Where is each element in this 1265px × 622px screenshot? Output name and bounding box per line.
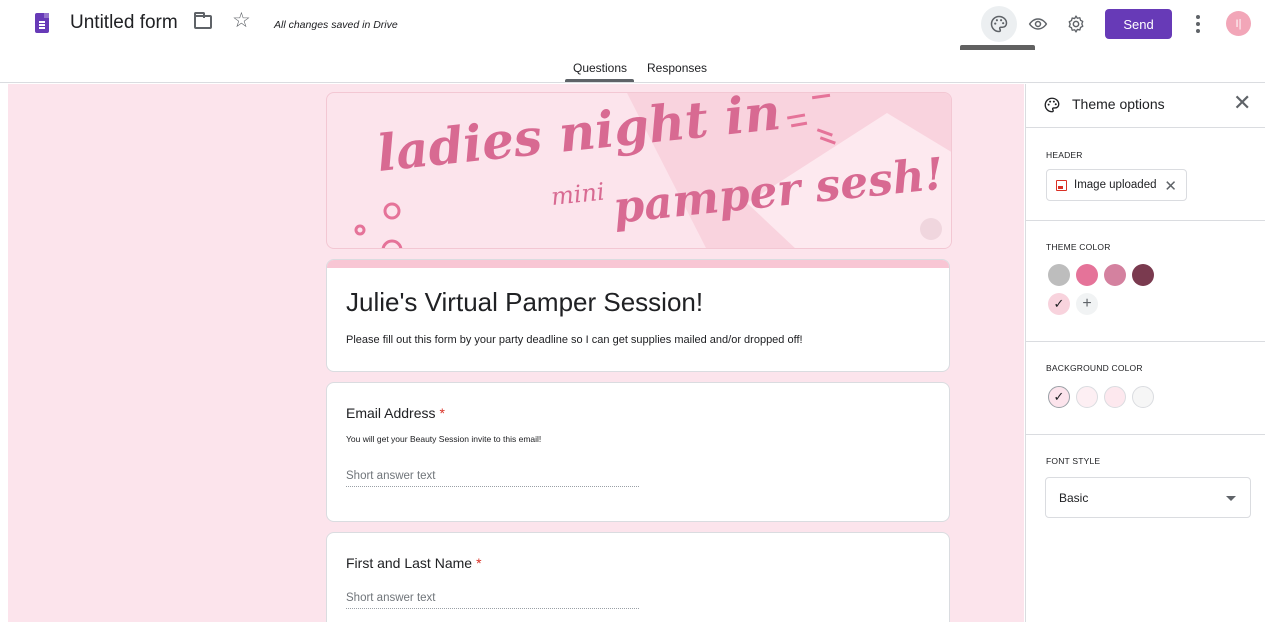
- avatar[interactable]: I|: [1226, 11, 1251, 36]
- required-asterisk: *: [476, 555, 482, 571]
- top-bar: Untitled form ☆ All changes saved in Dri…: [0, 0, 1265, 50]
- tab-bar: Questions Responses: [0, 50, 1265, 83]
- header-image-label: Image uploaded: [1074, 179, 1157, 191]
- panel-header: Theme options ✕: [1026, 84, 1265, 128]
- section-label: THEME COLOR: [1046, 242, 1111, 252]
- more-vert-icon[interactable]: [1188, 10, 1208, 38]
- section-label: FONT STYLE: [1046, 456, 1101, 466]
- send-button[interactable]: Send: [1105, 9, 1172, 39]
- palette-icon: [990, 15, 1008, 33]
- check-icon: ✓: [1053, 296, 1065, 311]
- forms-logo-icon[interactable]: [35, 13, 49, 33]
- plus-icon[interactable]: +: [1076, 293, 1098, 315]
- header-image-chip[interactable]: Image uploaded ✕: [1046, 169, 1187, 201]
- font-style-value: Basic: [1059, 491, 1089, 505]
- question-title-text: First and Last Name: [346, 555, 473, 571]
- background-color-swatch[interactable]: [1132, 386, 1154, 408]
- form-title-input[interactable]: Untitled form: [70, 12, 178, 34]
- banner-avatar: [920, 218, 942, 240]
- short-answer-field[interactable]: Short answer text: [346, 470, 639, 487]
- theme-color-swatch[interactable]: [1132, 264, 1154, 286]
- theme-accent-bar: [327, 260, 949, 268]
- question-card-name[interactable]: First and Last Name * Short answer text: [326, 532, 950, 622]
- caret-down-icon: [1226, 496, 1236, 501]
- form-canvas: ladies night in mini pamper sesh! Julie'…: [8, 84, 1024, 622]
- question-title-text: Email Address: [346, 405, 436, 421]
- question-title[interactable]: First and Last Name *: [346, 555, 482, 571]
- theme-color-swatch[interactable]: [1076, 264, 1098, 286]
- short-answer-field[interactable]: Short answer text: [346, 592, 639, 609]
- font-style-section: FONT STYLE Basic: [1026, 435, 1265, 535]
- header-banner-image: ladies night in mini pamper sesh!: [326, 92, 952, 249]
- folder-icon[interactable]: [194, 12, 212, 29]
- background-color-swatch[interactable]: [1104, 386, 1126, 408]
- preview-button[interactable]: [1020, 6, 1056, 42]
- close-icon[interactable]: ✕: [1233, 92, 1251, 114]
- remove-image-icon[interactable]: ✕: [1164, 177, 1177, 195]
- customize-theme-button[interactable]: [981, 6, 1017, 42]
- header-section: HEADER Image uploaded ✕: [1026, 129, 1265, 221]
- star-icon[interactable]: ☆: [232, 10, 251, 31]
- question-card-email[interactable]: Email Address * You will get your Beauty …: [326, 382, 950, 522]
- panel-title: Theme options: [1072, 96, 1165, 112]
- tab-responses[interactable]: Responses: [647, 61, 707, 75]
- gear-icon: [1068, 15, 1084, 33]
- background-color-swatch[interactable]: [1076, 386, 1098, 408]
- settings-button[interactable]: [1058, 6, 1094, 42]
- check-icon: ✓: [1053, 389, 1065, 404]
- background-color-section: BACKGROUND COLOR ✓: [1026, 342, 1265, 435]
- eye-icon: [1028, 18, 1048, 30]
- tab-questions[interactable]: Questions: [573, 61, 627, 75]
- section-label: BACKGROUND COLOR: [1046, 363, 1143, 373]
- theme-color-swatch-selected[interactable]: ✓: [1048, 293, 1070, 315]
- question-title[interactable]: Email Address *: [346, 405, 445, 421]
- section-label: HEADER: [1046, 150, 1083, 160]
- banner-mini: mini: [550, 178, 606, 211]
- save-status: All changes saved in Drive: [274, 19, 398, 31]
- image-icon: [1056, 179, 1067, 191]
- required-asterisk: *: [439, 405, 445, 421]
- theme-color-section: THEME COLOR ✓ +: [1026, 221, 1265, 342]
- theme-color-swatch[interactable]: [1048, 264, 1070, 286]
- font-style-select[interactable]: Basic: [1045, 477, 1251, 518]
- theme-options-panel: Theme options ✕ HEADER Image uploaded ✕ …: [1025, 84, 1265, 622]
- form-description[interactable]: Please fill out this form by your party …: [346, 334, 803, 346]
- theme-color-swatch[interactable]: [1104, 264, 1126, 286]
- background-color-swatch-selected[interactable]: ✓: [1048, 386, 1070, 408]
- palette-icon: [1044, 97, 1060, 113]
- active-tab-indicator: [565, 79, 634, 82]
- form-header-card[interactable]: Julie's Virtual Pamper Session! Please f…: [326, 259, 950, 372]
- form-title[interactable]: Julie's Virtual Pamper Session!: [346, 287, 703, 318]
- question-description: You will get your Beauty Session invite …: [346, 434, 542, 444]
